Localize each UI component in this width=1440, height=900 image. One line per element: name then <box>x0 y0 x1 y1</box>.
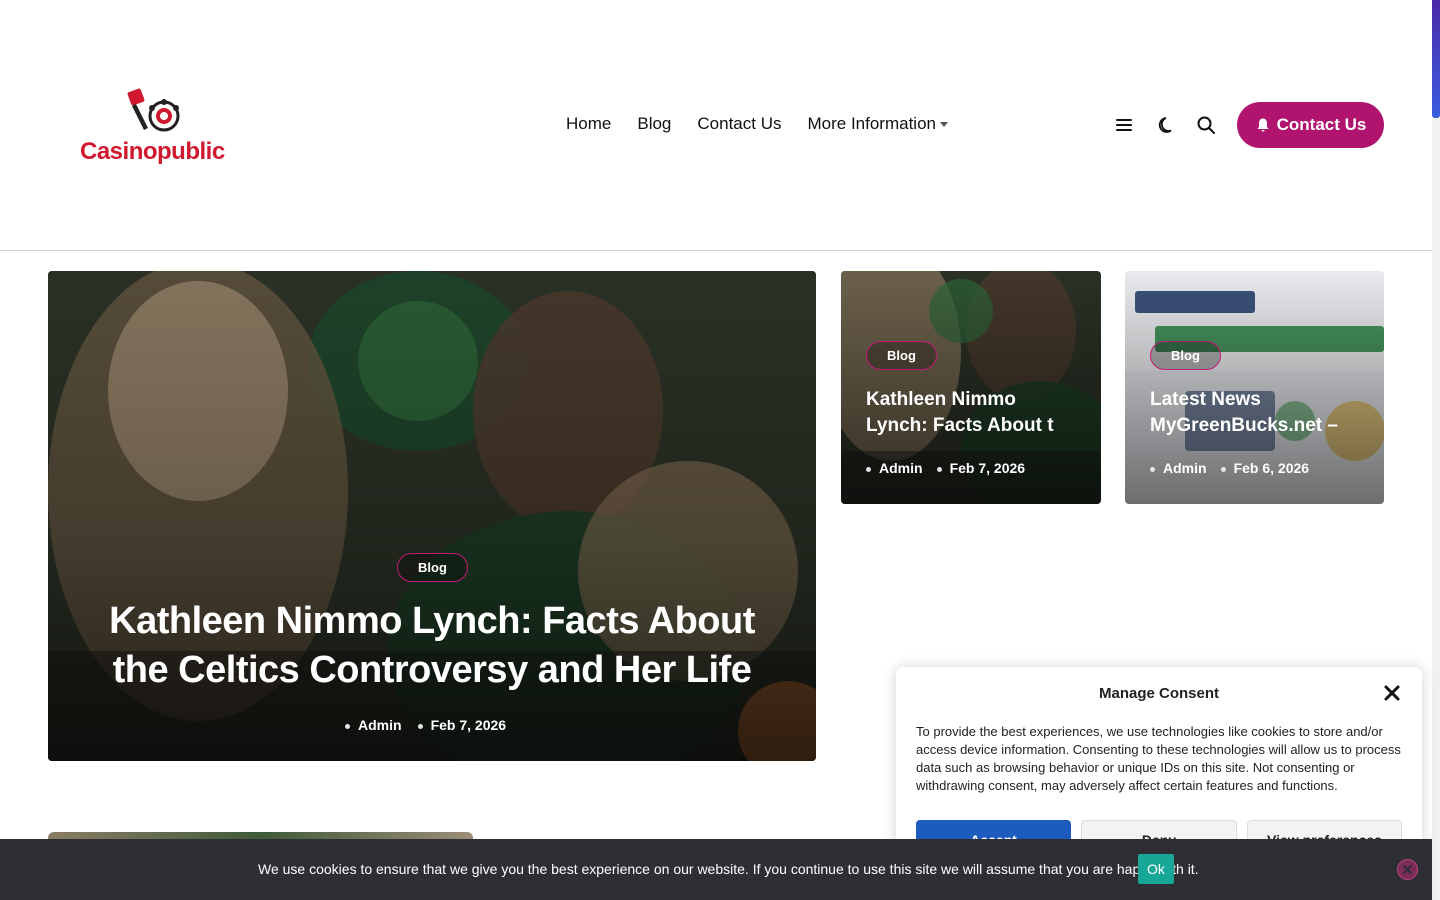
post-author-label: Admin <box>358 717 402 733</box>
category-tag[interactable]: Blog <box>866 341 937 370</box>
post-author[interactable]: Admin <box>866 460 923 476</box>
featured-post[interactable]: Blog Kathleen Nimmo Lynch: Facts About t… <box>48 271 816 761</box>
site-header: Casinopublic Home Blog Contact Us More I… <box>0 0 1432 251</box>
post-author-label: Admin <box>879 460 923 476</box>
nav-more-information[interactable]: More Information <box>807 114 948 134</box>
close-icon[interactable] <box>1382 683 1402 703</box>
chevron-down-icon <box>939 122 948 128</box>
post-card-meta: Admin Feb 6, 2026 <box>1150 460 1309 476</box>
cookie-notice-bar: We use cookies to ensure that we give yo… <box>0 839 1432 900</box>
bullet-icon <box>1220 466 1226 472</box>
bullet-icon <box>1150 466 1155 472</box>
post-card-title[interactable]: Kathleen Nimmo Lynch: Facts About t <box>866 387 1076 439</box>
post-date-label: Feb 6, 2026 <box>1233 460 1310 476</box>
post-date-label: Feb 7, 2026 <box>949 460 1026 476</box>
nav-more-information-label: More Information <box>807 114 936 133</box>
post-card-title-line: MyGreenBucks.net – <box>1150 415 1338 436</box>
bullet-icon <box>936 466 942 472</box>
bullet-icon <box>345 723 350 729</box>
nav-contact-us[interactable]: Contact Us <box>697 114 781 134</box>
post-card-title-line: Kathleen Nimmo <box>866 389 1016 410</box>
post-card-title-line: Lynch: Facts About t <box>866 415 1054 436</box>
featured-post-meta: Admin Feb 7, 2026 <box>345 717 506 733</box>
bell-icon <box>1257 118 1269 132</box>
post-card[interactable]: Blog Kathleen Nimmo Lynch: Facts About t… <box>841 271 1101 504</box>
search-icon[interactable] <box>1195 114 1217 136</box>
contact-us-button[interactable]: Contact Us <box>1237 102 1384 148</box>
post-author-label: Admin <box>1163 460 1207 476</box>
cookie-ok-button[interactable]: Ok <box>1138 854 1174 884</box>
casino-chip-icon <box>127 88 180 132</box>
close-icon[interactable] <box>1397 859 1418 880</box>
main-nav: Home Blog Contact Us More Information <box>566 114 948 134</box>
post-card-meta: Admin Feb 7, 2026 <box>866 460 1025 476</box>
post-date: Feb 6, 2026 <box>1220 460 1310 476</box>
consent-text: To provide the best experiences, we use … <box>916 724 1401 793</box>
nav-blog[interactable]: Blog <box>637 114 671 134</box>
featured-post-title[interactable]: Kathleen Nimmo Lynch: Facts About the Ce… <box>88 597 776 695</box>
bullet-icon <box>417 723 423 729</box>
contact-us-button-label: Contact Us <box>1276 115 1367 134</box>
post-card[interactable]: Blog Latest News MyGreenBucks.net – Admi… <box>1125 271 1384 504</box>
post-author[interactable]: Admin <box>345 717 402 733</box>
post-date: Feb 7, 2026 <box>417 717 507 733</box>
category-tag[interactable]: Blog <box>1150 341 1221 370</box>
scrollbar-thumb[interactable] <box>1432 0 1440 118</box>
post-card-title[interactable]: Latest News MyGreenBucks.net – <box>1150 387 1360 439</box>
moon-icon[interactable] <box>1156 114 1178 136</box>
consent-title: Manage Consent <box>1098 685 1219 702</box>
post-author[interactable]: Admin <box>1150 460 1207 476</box>
nav-home[interactable]: Home <box>566 114 611 134</box>
scrollbar-track[interactable] <box>1432 0 1440 900</box>
category-tag[interactable]: Blog <box>397 553 468 582</box>
post-card-title-line: Latest News <box>1150 389 1261 410</box>
post-date: Feb 7, 2026 <box>936 460 1026 476</box>
bullet-icon <box>866 466 871 472</box>
post-date-label: Feb 7, 2026 <box>430 717 507 733</box>
site-logo[interactable]: Casinopublic <box>80 82 235 172</box>
menu-icon[interactable] <box>1113 114 1135 136</box>
cookie-notice-text: We use cookies to ensure that we give yo… <box>258 861 1199 877</box>
logo-wordmark: Casinopublic <box>80 138 225 165</box>
